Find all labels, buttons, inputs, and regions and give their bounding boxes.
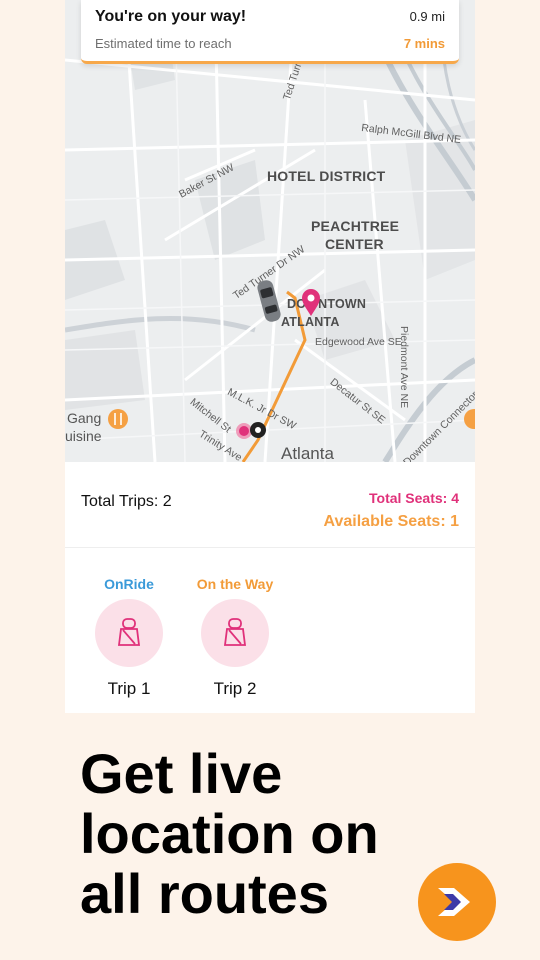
map-canvas (65, 0, 475, 462)
trip-label: Trip 2 (213, 679, 257, 698)
total-seats: Total Seats: 4 (369, 490, 459, 506)
map-label-edgewood: Edgewood Ave SE (315, 336, 402, 348)
map-label-peachtree: PEACHTREE (311, 218, 400, 234)
map-label-atlanta: Atlanta (281, 444, 334, 462)
next-button[interactable] (418, 863, 496, 941)
seat-belt-icon (223, 618, 247, 646)
restaurant-icon[interactable] (463, 408, 475, 434)
trip-list: OnRide Trip 1 On the Way Trip 2 (65, 548, 475, 713)
trip-status: On the Way (196, 576, 274, 592)
arrow-right-icon (438, 888, 470, 916)
trip-summary: Total Trips: 2 Total Seats: 4 Available … (65, 462, 475, 548)
eta-title: You're on your way! (95, 8, 247, 25)
restaurant-icon[interactable] (107, 408, 129, 434)
total-trips: Total Trips: 2 (81, 493, 172, 510)
eta-distance: 0.9 mi (409, 9, 445, 24)
trip-item-2[interactable]: On the Way Trip 2 (190, 576, 280, 699)
available-seats: Available Seats: 1 (323, 513, 459, 530)
headline: Get live location on all routes (80, 742, 379, 925)
trip-status: OnRide (104, 576, 154, 592)
map-label-downtown: DOWNTOWN (287, 297, 367, 311)
map-label-cuisine: uisine (65, 428, 102, 444)
trip-card: HOTEL DISTRICT PEACHTREE CENTER DOWNTOWN… (65, 0, 475, 713)
trip-seat-button[interactable] (95, 599, 163, 667)
trip-seat-button[interactable] (201, 599, 269, 667)
eta-subtitle: Estimated time to reach (95, 36, 232, 51)
trip-item-1[interactable]: OnRide Trip 1 (84, 576, 174, 699)
trip-label: Trip 1 (107, 679, 151, 698)
map-label-hotel-district: HOTEL DISTRICT (267, 168, 386, 184)
seat-belt-icon (117, 618, 141, 646)
map-label-gang: Gang (67, 410, 102, 426)
live-map[interactable]: HOTEL DISTRICT PEACHTREE CENTER DOWNTOWN… (65, 0, 475, 462)
map-label-center: CENTER (325, 236, 384, 252)
car-icon[interactable] (255, 276, 283, 326)
eta-banner: You're on your way! 0.9 mi Estimated tim… (81, 0, 459, 64)
eta-time: 7 mins (403, 36, 445, 51)
pickup-markers-icon[interactable] (233, 420, 273, 442)
destination-pin-icon[interactable] (300, 288, 322, 318)
